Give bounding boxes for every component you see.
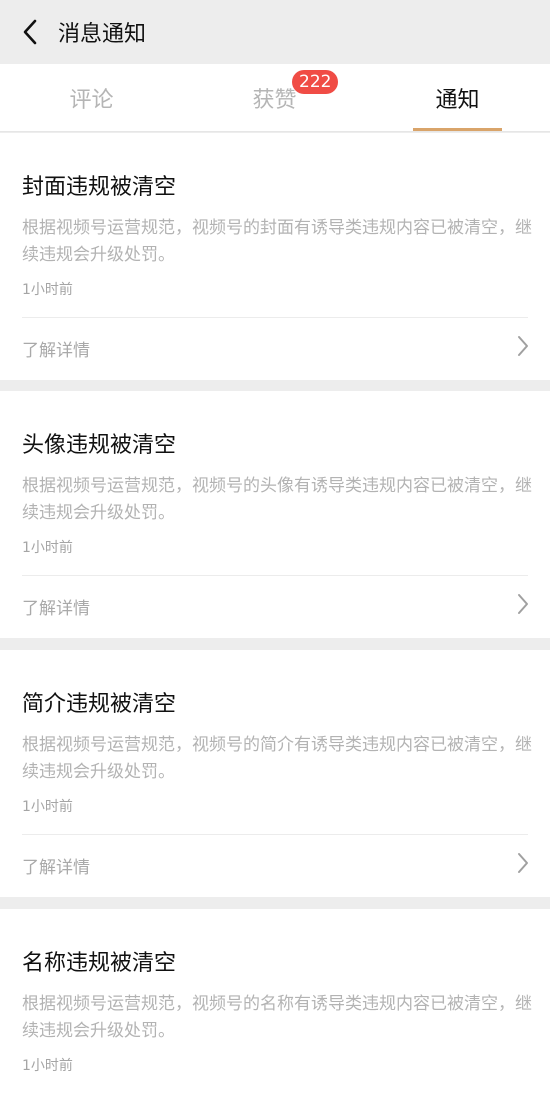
tab-bar: 评论 获赞 222 通知 bbox=[0, 64, 550, 132]
notification-time: 1小时前 bbox=[22, 540, 73, 556]
chevron-right-icon bbox=[518, 594, 528, 614]
learn-more-link[interactable]: 了解详情 bbox=[0, 835, 550, 893]
tab-comments[interactable]: 评论 bbox=[0, 64, 183, 132]
tab-label: 评论 bbox=[69, 88, 114, 113]
learn-more-link[interactable]: 了解详情 bbox=[0, 318, 550, 376]
tab-notifications[interactable]: 通知 bbox=[366, 64, 549, 132]
notification-title: 名称违规被清空 bbox=[22, 951, 177, 976]
notification-description: 根据视频号运营规范，视频号的头像有诱导类违规内容已被清空，继续违规会升级处罚。 bbox=[22, 476, 532, 523]
notification-description: 根据视频号运营规范，视频号的封面有诱导类违规内容已被清空，继续违规会升级处罚。 bbox=[22, 218, 532, 265]
notification-title: 简介违规被清空 bbox=[22, 692, 177, 717]
chevron-right-icon bbox=[518, 853, 528, 873]
back-button[interactable] bbox=[10, 12, 50, 52]
notification-card: 简介违规被清空 根据视频号运营规范，视频号的简介有诱导类违规内容已被清空，继续违… bbox=[0, 650, 550, 897]
learn-more-link[interactable]: 了解详情 bbox=[0, 576, 550, 634]
notification-description: 根据视频号运营规范，视频号的简介有诱导类违规内容已被清空，继续违规会升级处罚。 bbox=[22, 735, 532, 782]
top-bar: 消息通知 bbox=[0, 0, 550, 64]
learn-more-label: 了解详情 bbox=[22, 858, 90, 878]
learn-more-label: 了解详情 bbox=[22, 599, 90, 619]
notification-time: 1小时前 bbox=[22, 799, 73, 815]
chevron-right-icon bbox=[518, 336, 528, 356]
likes-count-badge: 222 bbox=[292, 70, 339, 94]
learn-more-label: 了解详情 bbox=[22, 341, 90, 361]
tab-label: 通知 bbox=[435, 88, 480, 113]
tab-likes[interactable]: 获赞 bbox=[183, 64, 366, 132]
notification-time: 1小时前 bbox=[22, 1058, 73, 1074]
notification-title: 头像违规被清空 bbox=[22, 433, 177, 458]
page-title: 消息通知 bbox=[58, 22, 147, 47]
notification-time: 1小时前 bbox=[22, 282, 73, 298]
tab-label: 获赞 bbox=[252, 88, 297, 113]
chevron-left-icon bbox=[23, 19, 37, 45]
notification-card: 封面违规被清空 根据视频号运营规范，视频号的封面有诱导类违规内容已被清空，继续违… bbox=[0, 133, 550, 380]
notification-card: 名称违规被清空 根据视频号运营规范，视频号的名称有诱导类违规内容已被清空，继续违… bbox=[0, 909, 550, 1096]
notification-card: 头像违规被清空 根据视频号运营规范，视频号的头像有诱导类违规内容已被清空，继续违… bbox=[0, 391, 550, 638]
notification-title: 封面违规被清空 bbox=[22, 175, 177, 200]
notification-description: 根据视频号运营规范，视频号的名称有诱导类违规内容已被清空，继续违规会升级处罚。 bbox=[22, 994, 532, 1041]
active-tab-indicator bbox=[413, 128, 502, 131]
